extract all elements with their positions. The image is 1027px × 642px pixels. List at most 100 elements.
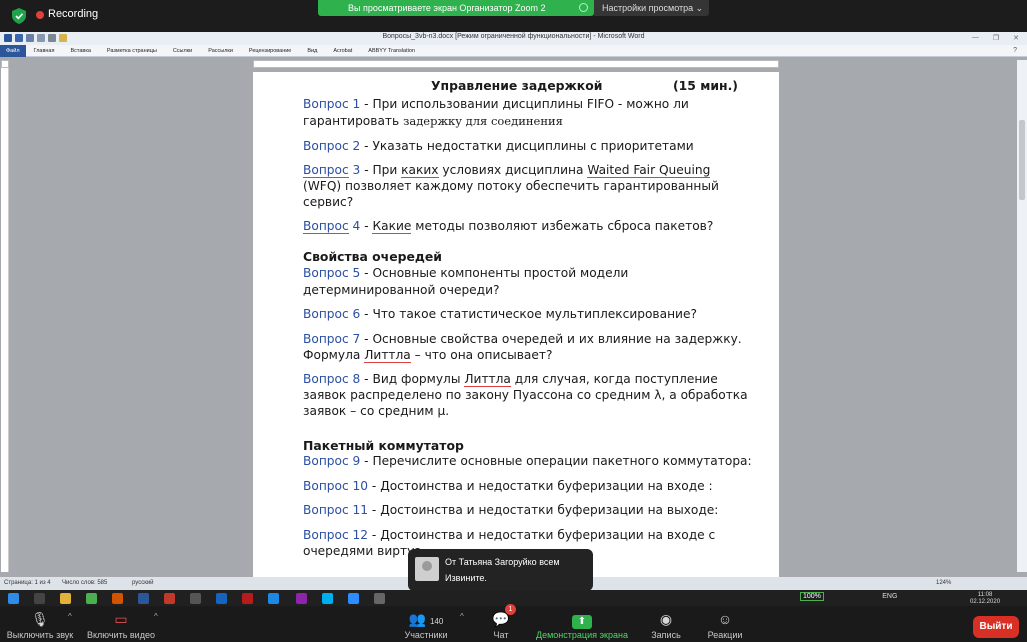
minimize-icon[interactable]: — bbox=[972, 34, 979, 42]
restore-icon[interactable]: ❐ bbox=[993, 34, 999, 42]
leave-button[interactable]: Выйти bbox=[973, 616, 1019, 638]
share-screen-button[interactable]: ⬆ Демонстрация экрана bbox=[532, 606, 632, 642]
view-options-button[interactable]: Настройки просмотра ⌄ bbox=[594, 0, 709, 16]
question-12-line-2: очередями виртуа bbox=[303, 544, 422, 558]
question-3-line-3: сервис? bbox=[303, 195, 354, 209]
tab-home[interactable]: Главная bbox=[26, 48, 63, 54]
question-7-line-1: Вопрос 7 - Основные свойства очередей и … bbox=[303, 332, 742, 346]
tab-mailings[interactable]: Рассылки bbox=[200, 48, 241, 54]
shield-icon bbox=[12, 8, 26, 24]
question-4: Вопрос 4 - Какие методы позволяют избежа… bbox=[303, 219, 713, 234]
tab-review[interactable]: Рецензирование bbox=[241, 48, 299, 54]
chevron-up-icon[interactable]: ^ bbox=[68, 612, 72, 621]
help-icon[interactable]: ? bbox=[1013, 47, 1017, 54]
reaction-icon: ☺ bbox=[717, 611, 733, 627]
task-view-icon[interactable] bbox=[34, 593, 45, 604]
question-5-line-2: детерминированной очереди? bbox=[303, 283, 500, 297]
status-dot-icon bbox=[579, 3, 588, 12]
tab-abbyy[interactable]: ABBYY Translation bbox=[360, 48, 423, 54]
app-icon-5[interactable] bbox=[296, 593, 307, 604]
chat-notification[interactable]: От Татьяна Загоруйко всем Извините. bbox=[408, 549, 593, 591]
tab-references[interactable]: Ссылки bbox=[165, 48, 200, 54]
q12-label: Вопрос 12 bbox=[303, 528, 369, 542]
powerpoint-icon[interactable] bbox=[164, 593, 175, 604]
word-window: Вопросы_3vb-n3.docx [Режим ограниченной … bbox=[0, 32, 1027, 590]
q1-text-2: гарантировать bbox=[303, 114, 404, 128]
question-8-line-3: заявок – со средним μ. bbox=[303, 404, 450, 418]
reactions-label: Реакции bbox=[707, 630, 743, 640]
question-3-line-2: (WFQ) позволяет каждому потоку обеспечит… bbox=[303, 179, 719, 193]
outlook-icon[interactable] bbox=[112, 593, 123, 604]
explorer-icon[interactable] bbox=[60, 593, 71, 604]
participants-button[interactable]: 👥 140 Участники bbox=[398, 606, 454, 642]
video-label: Включить видео bbox=[87, 630, 155, 640]
scrollbar-thumb[interactable] bbox=[1019, 120, 1025, 200]
share-screen-icon: ⬆ bbox=[532, 610, 632, 629]
question-8-line-1: Вопрос 8 - Вид формулы Литтла для случая… bbox=[303, 372, 718, 387]
reactions-button[interactable]: ☺ Реакции bbox=[702, 606, 748, 642]
status-page[interactable]: Страница: 1 из 4 bbox=[4, 580, 51, 586]
question-12-line-1: Вопрос 12 - Достоинства и недостатки буф… bbox=[303, 528, 715, 542]
app-icon[interactable] bbox=[190, 593, 201, 604]
close-icon[interactable]: ✕ bbox=[1013, 34, 1019, 42]
q2-label: Вопрос 2 bbox=[303, 139, 361, 153]
chevron-up-icon-3[interactable]: ^ bbox=[460, 612, 464, 621]
section-packet-switch: Пакетный коммутатор bbox=[303, 438, 464, 453]
question-9: Вопрос 9 - Перечислите основные операции… bbox=[303, 454, 752, 468]
tab-acrobat[interactable]: Acrobat bbox=[325, 48, 360, 54]
tab-view[interactable]: Вид bbox=[299, 48, 325, 54]
clock[interactable]: 11:08 02.12.2020 bbox=[970, 592, 1000, 606]
vertical-scrollbar[interactable] bbox=[1017, 60, 1027, 572]
q3-t4: Waited Fair Queuing bbox=[587, 163, 711, 178]
record-icon: ◉ bbox=[659, 611, 673, 627]
settings-icon[interactable] bbox=[374, 593, 385, 604]
q1-text: - При использовании дисциплины FIFO - мо… bbox=[360, 97, 689, 111]
vertical-ruler bbox=[1, 68, 9, 572]
heading-title: Управление задержкой bbox=[431, 78, 603, 93]
q11-text: - Достоинства и недостатки буферизации н… bbox=[368, 503, 719, 517]
horizontal-ruler[interactable] bbox=[253, 60, 779, 68]
battery-indicator[interactable]: 100% bbox=[800, 592, 824, 601]
chevron-up-icon-2[interactable]: ^ bbox=[154, 612, 158, 621]
tab-file[interactable]: Файл bbox=[0, 45, 26, 57]
windows-taskbar: 100% ENG 11:08 02.12.2020 bbox=[0, 590, 1027, 606]
record-button[interactable]: ◉ Запись bbox=[646, 606, 686, 642]
question-10: Вопрос 10 - Достоинства и недостатки буф… bbox=[303, 479, 713, 493]
status-zoom[interactable]: 124% bbox=[936, 580, 951, 586]
participants-label: Участники bbox=[404, 630, 448, 640]
q5-label: Вопрос 5 bbox=[303, 266, 361, 280]
question-8-line-2: заявок распределено по закону Пуассона с… bbox=[303, 388, 748, 402]
status-language[interactable]: русский bbox=[132, 580, 154, 586]
zoom-top-bar: Recording Вы просматриваете экран Органи… bbox=[0, 0, 1027, 32]
tab-page-layout[interactable]: Разметка страницы bbox=[99, 48, 165, 54]
tab-insert[interactable]: Вставка bbox=[62, 48, 98, 54]
zoom-app-icon[interactable] bbox=[348, 593, 359, 604]
ribbon-tabs-bar: Файл Главная Вставка Разметка страницы С… bbox=[0, 45, 1027, 57]
q12-text: - Достоинства и недостатки буферизации н… bbox=[368, 528, 716, 542]
app-icon-3[interactable] bbox=[242, 593, 253, 604]
notification-sender: От Татьяна Загоруйко всем bbox=[445, 557, 560, 567]
start-icon[interactable] bbox=[8, 593, 19, 604]
app-icon-2[interactable] bbox=[216, 593, 227, 604]
q3-t3: условиях дисциплина bbox=[438, 163, 588, 177]
q8-t3: для случая, когда поступление bbox=[510, 372, 718, 386]
avatar bbox=[415, 557, 439, 581]
window-controls: — ❐ ✕ bbox=[972, 34, 1019, 42]
word-titlebar: Вопросы_3vb-n3.docx [Режим ограниченной … bbox=[0, 32, 1027, 45]
document-page[interactable]: Управление задержкой (15 мин.) Вопрос 1 … bbox=[253, 72, 779, 577]
app-icon-4[interactable] bbox=[268, 593, 279, 604]
mute-button[interactable]: 🎙 Выключить звук bbox=[2, 606, 78, 642]
video-button[interactable]: ▭ Включить видео bbox=[84, 606, 158, 642]
q7-t2: Литтла bbox=[364, 348, 411, 363]
tab-selector[interactable] bbox=[1, 60, 9, 68]
word-icon[interactable] bbox=[138, 593, 149, 604]
skype-icon[interactable] bbox=[322, 593, 333, 604]
chevron-down-icon: ⌄ bbox=[695, 3, 704, 13]
question-3-line-1: Вопрос 3 - При каких условиях дисциплина… bbox=[303, 163, 711, 178]
language-indicator[interactable]: ENG bbox=[882, 593, 897, 600]
chrome-icon[interactable] bbox=[86, 593, 97, 604]
question-2: Вопрос 2 - Указать недостатки дисциплины… bbox=[303, 139, 694, 153]
screen-share-banner: Вы просматриваете экран Организатор Zoom… bbox=[318, 0, 594, 16]
video-off-icon: ▭ bbox=[114, 611, 128, 627]
status-word-count[interactable]: Число слов: 585 bbox=[62, 580, 107, 586]
